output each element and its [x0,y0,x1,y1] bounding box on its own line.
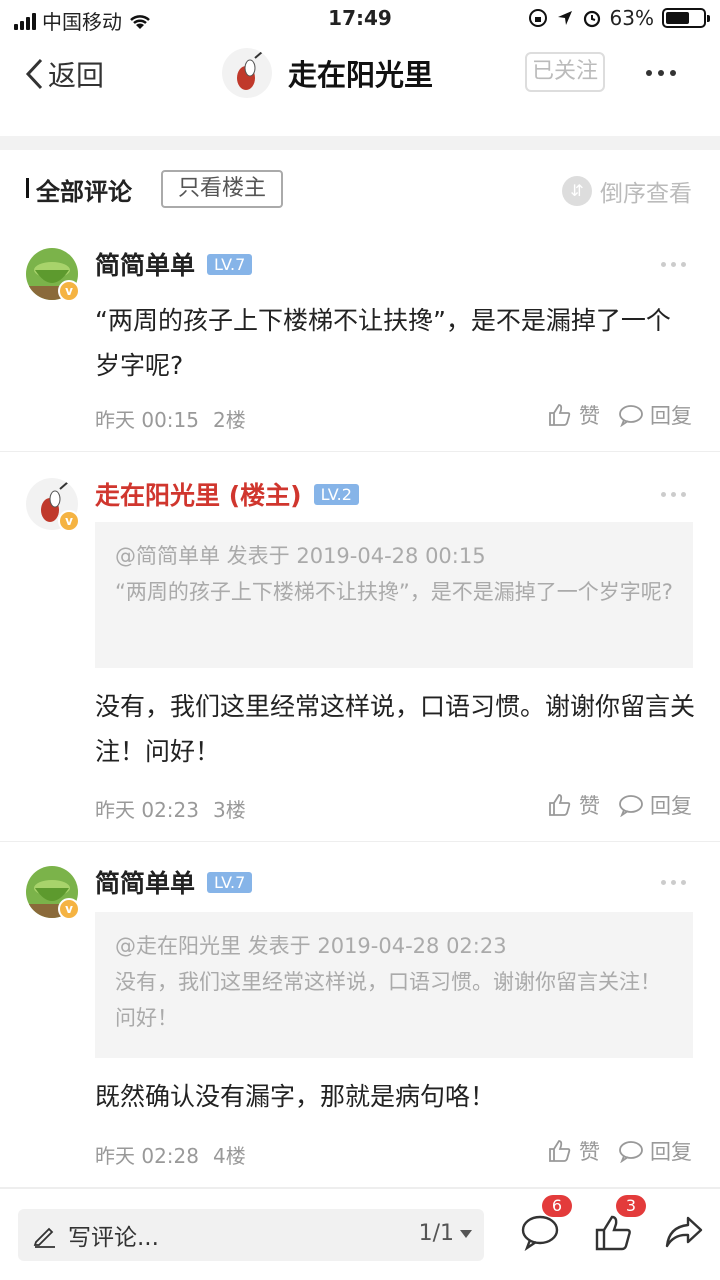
location-icon [557,11,572,25]
level-badge: LV.7 [207,253,253,275]
thumbs-up-icon [549,794,571,816]
comments-button[interactable]: 6 [520,1195,572,1257]
chat-bubble-icon [619,1141,643,1163]
write-placeholder: 写评论... [68,1225,159,1251]
comment-meta: 昨天 02:23 3楼 [95,794,246,823]
like-label: 赞 [579,794,600,818]
comment-item: v 简简单单 LV.7 “两周的孩子上下楼梯不让扶搀”，是不是漏掉了一个岁字呢?… [0,226,720,452]
battery-percent: 63% [609,6,654,30]
share-icon [665,1216,703,1248]
author-name[interactable]: 走在阳光里 (楼主) [95,476,302,512]
author-avatar[interactable] [222,48,272,98]
section-mark [26,178,29,198]
reply-button[interactable]: 回复 [618,1136,692,1166]
follow-button[interactable]: 已关注 [525,52,605,92]
more-icon[interactable] [661,262,686,267]
quoted-comment: @简简单单 发表于 2019-04-28 00:15 “两周的孩子上下楼梯不让扶… [95,522,693,668]
nav-bar: 返回 走在阳光里 已关注 [0,36,720,112]
comment-time: 昨天 00:15 [95,408,199,432]
level-badge: LV.7 [207,871,253,893]
verified-badge: v [58,510,80,532]
reply-label: 回复 [650,404,692,428]
verified-badge: v [58,898,80,920]
section-divider [0,136,720,150]
back-button[interactable]: 返回 [24,54,104,94]
quote-text: 没有，我们这里经常这样说，口语习惯。谢谢你留言关注！问好！ [115,970,661,1030]
battery-icon [662,8,710,28]
status-bar: 中国移动 17:49 63% [0,0,720,36]
write-comment-input[interactable]: 写评论... 1/1 [18,1209,484,1261]
comment-author: 简简单单 LV.7 [95,864,253,900]
chat-bubble-icon [521,1215,559,1252]
comment-filter-bar: 全部评论 只看楼主 ⇵ 倒序查看 [0,150,720,226]
comment-count-badge: 6 [542,1195,572,1217]
quote-header: @走在阳光里 发表于 2019-04-28 02:23 [115,934,507,958]
author-name[interactable]: 简简单单 [95,864,195,900]
comment-text: 既然确认没有漏字，那就是病句咯！ [95,1082,496,1111]
level-badge: LV.2 [313,483,359,505]
more-icon[interactable] [661,492,686,497]
chevron-left-icon [25,58,43,90]
comment-text: “两周的孩子上下楼梯不让扶搀”，是不是漏掉了一个岁字呢? [95,306,671,380]
chat-bubble-icon [619,795,643,817]
sort-button[interactable]: ⇵ 倒序查看 [562,174,692,208]
alarm-icon [583,10,600,28]
comment-author: 简简单单 LV.7 [95,246,253,282]
like-button[interactable]: 赞 [547,790,600,820]
thumbs-up-icon [549,1140,571,1162]
share-button[interactable] [664,1213,708,1257]
floor-number: 4楼 [213,1144,246,1168]
all-comments-heading: 全部评论 [36,178,132,206]
comment-time: 昨天 02:28 [95,1144,199,1168]
reply-button[interactable]: 回复 [618,790,692,820]
reply-label: 回复 [650,1140,692,1164]
page-indicator: 1/1 [418,1221,454,1246]
reply-label: 回复 [650,794,692,818]
comment-text: 没有，我们这里经常这样说，口语习惯。谢谢你留言关注！问好！ [95,692,696,766]
like-label: 赞 [579,1140,600,1164]
more-icon[interactable] [661,880,686,885]
comment-item: v 简简单单 LV.7 @走在阳光里 发表于 2019-04-28 02:23 … [0,842,720,1188]
like-count-badge: 3 [616,1195,646,1217]
pencil-icon [33,1227,55,1248]
sort-icon: ⇵ [562,176,592,206]
like-button[interactable]: 赞 [547,400,600,430]
chat-bubble-icon [619,405,643,427]
quote-header: @简简单单 发表于 2019-04-28 00:15 [115,544,486,568]
comment-meta: 昨天 02:28 4楼 [95,1140,246,1169]
quote-text: “两周的孩子上下楼梯不让扶搀”，是不是漏掉了一个岁字呢? [115,580,673,604]
comment-item: v 走在阳光里 (楼主) LV.2 @简简单单 发表于 2019-04-28 0… [0,452,720,842]
back-label: 返回 [48,59,105,92]
author-name[interactable]: 简简单单 [95,246,195,282]
caret-down-icon [460,1229,472,1238]
only-op-button[interactable]: 只看楼主 [161,170,283,208]
more-icon[interactable] [646,70,676,76]
like-article-button[interactable]: 3 [594,1195,646,1257]
floor-number: 2楼 [213,408,246,432]
sort-label: 倒序查看 [600,181,692,207]
thumbs-up-icon [595,1215,631,1251]
bottom-bar: 写评论... 1/1 6 3 [0,1188,720,1280]
like-button[interactable]: 赞 [547,1136,600,1166]
thumbs-up-icon [549,404,571,426]
reply-button[interactable]: 回复 [618,400,692,430]
comment-author: 走在阳光里 (楼主) LV.2 [95,476,359,512]
rotation-lock-icon [528,9,547,27]
comment-time: 昨天 02:23 [95,798,199,822]
floor-number: 3楼 [213,798,246,822]
quoted-comment: @走在阳光里 发表于 2019-04-28 02:23 没有，我们这里经常这样说… [95,912,693,1058]
like-label: 赞 [579,404,600,428]
page-title: 走在阳光里 [288,58,434,92]
page-selector[interactable]: 1/1 [419,1221,472,1246]
comment-meta: 昨天 00:15 2楼 [95,404,246,433]
verified-badge: v [58,280,80,302]
